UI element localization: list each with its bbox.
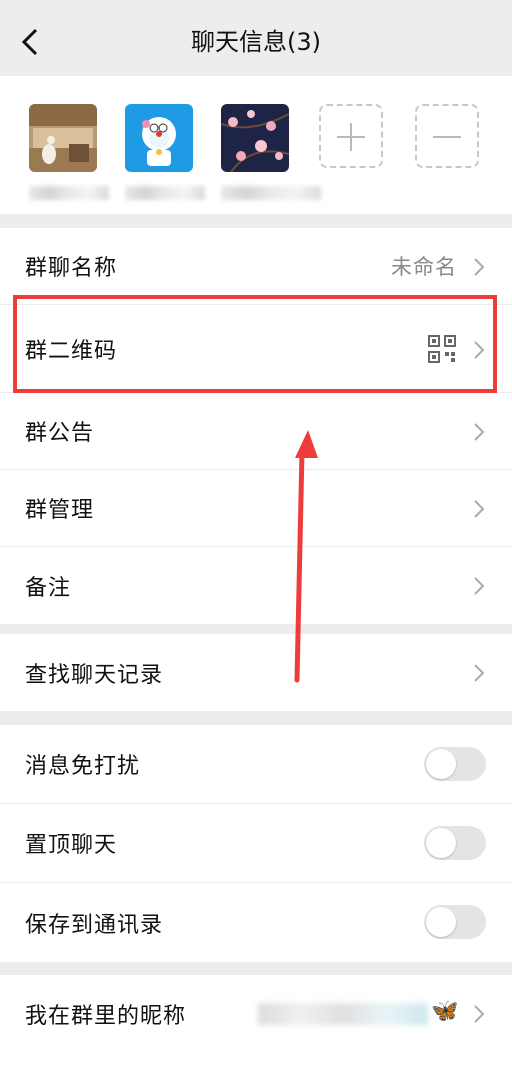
chevron-right-icon — [474, 258, 485, 276]
minus-icon — [433, 136, 461, 138]
toggle-section: 消息免打扰 置顶聊天 保存到通讯录 — [0, 725, 512, 962]
nickname-blurred — [258, 1003, 428, 1025]
member-3[interactable] — [220, 104, 321, 214]
chevron-right-icon — [474, 500, 485, 518]
group-notice-label: 群公告 — [25, 421, 95, 446]
group-notice-row[interactable]: 群公告 — [0, 393, 512, 470]
member-grid — [0, 76, 512, 214]
header-bar: 聊天信息(3) — [0, 0, 512, 86]
member-name-blurred — [221, 186, 321, 200]
search-section: 查找聊天记录 — [0, 634, 512, 711]
flower-avatar-icon — [220, 104, 290, 173]
photo-avatar-icon — [29, 104, 97, 172]
pin-row: 置顶聊天 — [0, 804, 512, 883]
member-1[interactable] — [29, 104, 109, 214]
group-name-value: 未命名 — [391, 255, 457, 279]
member-name-blurred — [29, 186, 109, 200]
group-nickname-label: 我在群里的昵称 — [25, 1003, 187, 1029]
pin-toggle[interactable] — [424, 826, 486, 860]
save-contacts-label: 保存到通讯录 — [25, 912, 164, 938]
save-contacts-row: 保存到通讯录 — [0, 883, 512, 962]
mute-row: 消息免打扰 — [0, 725, 512, 804]
doraemon-avatar-icon — [125, 104, 193, 172]
remark-row[interactable]: 备注 — [0, 547, 512, 624]
toggle-knob — [426, 828, 456, 858]
search-history-row[interactable]: 查找聊天记录 — [0, 634, 512, 711]
remove-member-button[interactable] — [415, 104, 479, 168]
group-manage-label: 群管理 — [25, 498, 95, 523]
chevron-right-icon — [474, 1005, 485, 1023]
member-2[interactable] — [125, 104, 205, 214]
group-settings-section: 群聊名称 未命名 群二维码 群公告 群管理 备注 — [0, 228, 512, 624]
chevron-right-icon — [474, 664, 485, 682]
group-name-label: 群聊名称 — [25, 256, 118, 281]
add-member-button[interactable] — [319, 104, 383, 168]
save-contacts-toggle[interactable] — [424, 905, 486, 939]
group-manage-row[interactable]: 群管理 — [0, 470, 512, 547]
group-nickname-row[interactable]: 我在群里的昵称 🦋 — [0, 975, 512, 1052]
annotation-highlight-box — [13, 295, 497, 393]
nickname-section: 我在群里的昵称 🦋 — [0, 975, 512, 1080]
butterfly-emoji: 🦋 — [431, 999, 459, 1024]
chevron-right-icon — [474, 423, 485, 441]
mute-label: 消息免打扰 — [25, 754, 141, 779]
page-title: 聊天信息(3) — [191, 28, 321, 56]
remark-label: 备注 — [25, 575, 72, 601]
toggle-knob — [426, 749, 456, 779]
toggle-knob — [426, 907, 456, 937]
mute-toggle[interactable] — [424, 747, 486, 781]
group-name-row[interactable]: 群聊名称 未命名 — [0, 228, 512, 305]
search-history-label: 查找聊天记录 — [25, 662, 164, 688]
pin-label: 置顶聊天 — [25, 833, 118, 858]
plus-icon-vertical — [350, 123, 352, 151]
member-name-blurred — [125, 186, 205, 200]
chat-info-page: 聊天信息(3) 群聊名称 未命名 群二维码 群公告 群管理 备注 查找聊天记录 … — [0, 0, 512, 1080]
chevron-right-icon — [474, 577, 485, 595]
